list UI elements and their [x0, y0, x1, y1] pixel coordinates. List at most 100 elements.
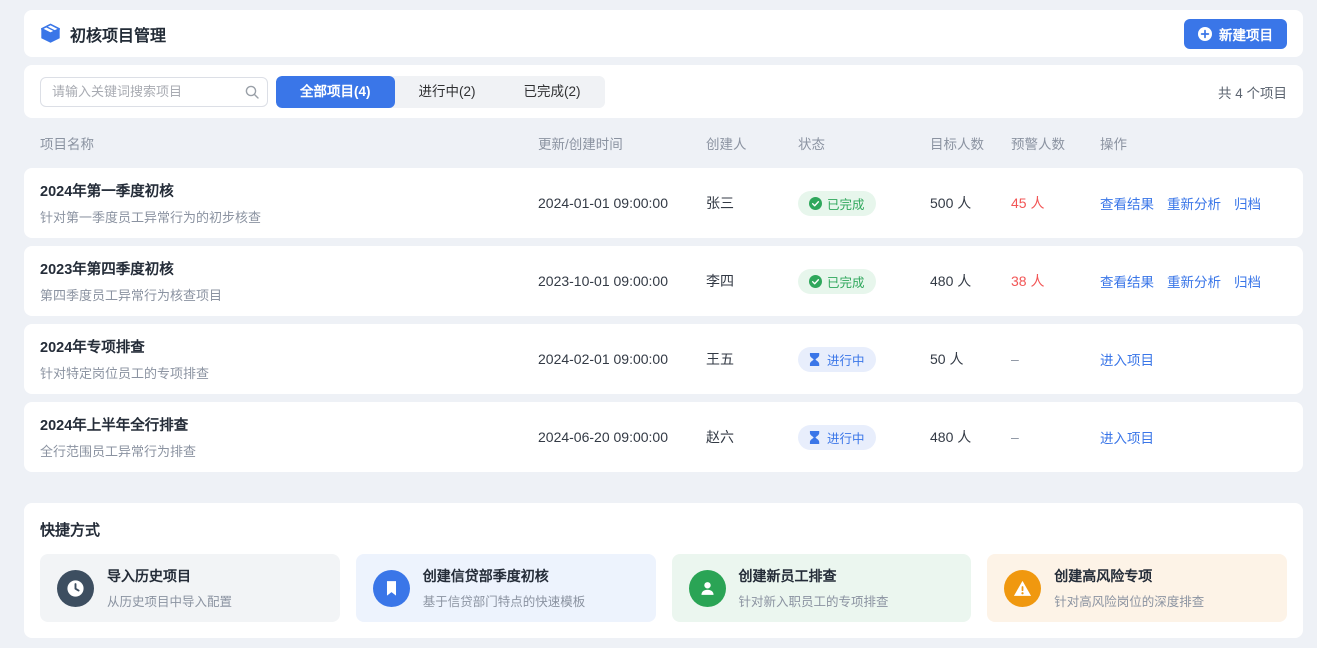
page-title: 初核项目管理 — [70, 22, 166, 46]
project-creator: 李四 — [706, 271, 798, 291]
shortcut-card[interactable]: 创建高风险专项 针对高风险岗位的深度排查 — [987, 554, 1287, 622]
search-input[interactable] — [40, 77, 268, 107]
action-link[interactable]: 归档 — [1234, 193, 1261, 213]
table-row: 2023年第四季度初核 第四季度员工异常行为核查项目 2023-10-01 09… — [24, 246, 1303, 316]
target-count: 480 人 — [930, 427, 1011, 447]
status-label: 进行中 — [827, 428, 865, 447]
cube-icon — [40, 23, 61, 44]
action-link[interactable]: 查看结果 — [1100, 271, 1154, 291]
shortcut-title: 创建高风险专项 — [1054, 566, 1204, 586]
page-header: 初核项目管理 新建项目 — [24, 10, 1303, 57]
user-icon — [689, 570, 726, 607]
bookmark-icon — [373, 570, 410, 607]
toolbar: 全部项目(4)进行中(2)已完成(2) 共 4 个项目 — [24, 65, 1303, 118]
search-box — [40, 77, 268, 107]
shortcut-description: 基于信贷部门特点的快速模板 — [423, 591, 586, 610]
shortcut-text: 创建信贷部季度初核 基于信贷部门特点的快速模板 — [423, 566, 586, 610]
status-badge: 进行中 — [798, 347, 876, 372]
status-cell: 进行中 — [798, 425, 930, 450]
target-count: 50 人 — [930, 349, 1011, 369]
status-icon — [809, 275, 822, 288]
project-name: 2024年第一季度初核 — [40, 180, 538, 201]
shortcut-text: 导入历史项目 从历史项目中导入配置 — [107, 566, 232, 610]
shortcut-cards: 导入历史项目 从历史项目中导入配置 创建信贷部季度初核 基于信贷部门特点的快速模… — [40, 554, 1287, 622]
status-icon — [809, 431, 822, 444]
status-icon — [809, 197, 822, 210]
shortcut-card[interactable]: 创建新员工排查 针对新入职员工的专项排查 — [672, 554, 972, 622]
filter-tab[interactable]: 全部项目(4) — [276, 76, 395, 108]
status-badge: 已完成 — [798, 269, 876, 294]
warning-count: – — [1011, 429, 1100, 445]
table-row: 2024年专项排查 针对特定岗位员工的专项排查 2024-02-01 09:00… — [24, 324, 1303, 394]
title-group: 初核项目管理 — [40, 22, 166, 46]
warning-count: 45 人 — [1011, 193, 1100, 213]
action-link[interactable]: 归档 — [1234, 271, 1261, 291]
row-actions: 查看结果重新分析归档 — [1100, 271, 1287, 291]
status-label: 已完成 — [827, 272, 865, 291]
shortcut-card[interactable]: 创建信贷部季度初核 基于信贷部门特点的快速模板 — [356, 554, 656, 622]
project-description: 全行范围员工异常行为排查 — [40, 441, 538, 460]
shortcut-title: 创建新员工排查 — [739, 566, 889, 586]
action-link[interactable]: 进入项目 — [1100, 349, 1154, 369]
filter-tab[interactable]: 进行中(2) — [395, 76, 500, 108]
shortcut-title: 导入历史项目 — [107, 566, 232, 586]
project-creator: 赵六 — [706, 427, 798, 447]
search-icon[interactable] — [245, 85, 259, 99]
new-project-button[interactable]: 新建项目 — [1184, 19, 1287, 49]
table-row: 2024年第一季度初核 针对第一季度员工异常行为的初步核查 2024-01-01… — [24, 168, 1303, 238]
column-header: 预警人数 — [1011, 133, 1100, 153]
project-description: 针对特定岗位员工的专项排查 — [40, 363, 538, 382]
status-label: 已完成 — [827, 194, 865, 213]
table-row: 2024年上半年全行排查 全行范围员工异常行为排查 2024-06-20 09:… — [24, 402, 1303, 472]
project-time: 2024-02-01 09:00:00 — [538, 351, 706, 367]
table-body: 2024年第一季度初核 针对第一季度员工异常行为的初步核查 2024-01-01… — [24, 168, 1303, 472]
column-header: 目标人数 — [930, 133, 1011, 153]
project-description: 针对第一季度员工异常行为的初步核查 — [40, 207, 538, 226]
column-header: 项目名称 — [40, 133, 538, 153]
status-cell: 已完成 — [798, 191, 930, 216]
action-link[interactable]: 重新分析 — [1167, 271, 1221, 291]
project-count: 共 4 个项目 — [1218, 82, 1287, 102]
project-description: 第四季度员工异常行为核查项目 — [40, 285, 538, 304]
status-label: 进行中 — [827, 350, 865, 369]
column-header: 更新/创建时间 — [538, 133, 706, 153]
new-project-label: 新建项目 — [1219, 24, 1273, 44]
project-name-cell: 2024年上半年全行排查 全行范围员工异常行为排查 — [40, 414, 538, 460]
project-name: 2023年第四季度初核 — [40, 258, 538, 279]
column-header: 状态 — [798, 133, 930, 153]
status-icon — [809, 353, 822, 366]
warning-triangle-icon — [1004, 570, 1041, 607]
warning-count: 38 人 — [1011, 271, 1100, 291]
shortcut-description: 从历史项目中导入配置 — [107, 591, 232, 610]
plus-circle-icon — [1198, 27, 1212, 41]
column-header: 创建人 — [706, 133, 798, 153]
shortcut-text: 创建新员工排查 针对新入职员工的专项排查 — [739, 566, 889, 610]
warning-count: – — [1011, 351, 1100, 367]
status-cell: 已完成 — [798, 269, 930, 294]
row-actions: 查看结果重新分析归档 — [1100, 193, 1287, 213]
shortcut-card[interactable]: 导入历史项目 从历史项目中导入配置 — [40, 554, 340, 622]
action-link[interactable]: 查看结果 — [1100, 193, 1154, 213]
project-name-cell: 2024年专项排查 针对特定岗位员工的专项排查 — [40, 336, 538, 382]
action-link[interactable]: 重新分析 — [1167, 193, 1221, 213]
shortcut-description: 针对高风险岗位的深度排查 — [1054, 591, 1204, 610]
project-name-cell: 2024年第一季度初核 针对第一季度员工异常行为的初步核查 — [40, 180, 538, 226]
shortcut-description: 针对新入职员工的专项排查 — [739, 591, 889, 610]
project-creator: 王五 — [706, 349, 798, 369]
project-time: 2024-01-01 09:00:00 — [538, 195, 706, 211]
shortcut-title: 创建信贷部季度初核 — [423, 566, 586, 586]
status-badge: 进行中 — [798, 425, 876, 450]
clock-icon — [57, 570, 94, 607]
status-badge: 已完成 — [798, 191, 876, 216]
filter-tabs: 全部项目(4)进行中(2)已完成(2) — [276, 76, 605, 108]
project-name: 2024年上半年全行排查 — [40, 414, 538, 435]
row-actions: 进入项目 — [1100, 349, 1287, 369]
filter-tab[interactable]: 已完成(2) — [500, 76, 605, 108]
project-time: 2023-10-01 09:00:00 — [538, 273, 706, 289]
target-count: 480 人 — [930, 271, 1011, 291]
table-header: 项目名称更新/创建时间创建人状态目标人数预警人数操作 — [24, 118, 1303, 168]
shortcuts-panel: 快捷方式 导入历史项目 从历史项目中导入配置 创建信贷部季度初核 基于信贷部门特… — [24, 503, 1303, 638]
action-link[interactable]: 进入项目 — [1100, 427, 1154, 447]
shortcut-text: 创建高风险专项 针对高风险岗位的深度排查 — [1054, 566, 1204, 610]
column-header: 操作 — [1100, 133, 1287, 153]
